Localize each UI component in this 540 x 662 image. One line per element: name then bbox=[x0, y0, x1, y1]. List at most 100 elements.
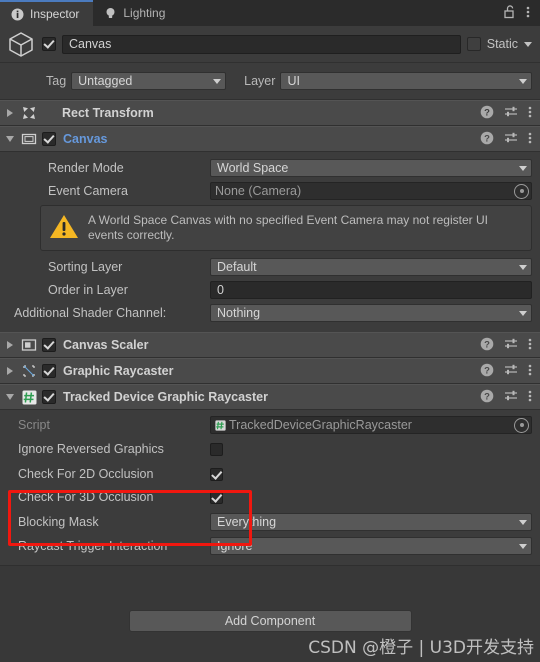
component-actions: ? bbox=[480, 131, 532, 148]
row-check-2d-occlusion: Check For 2D Occlusion bbox=[0, 464, 540, 484]
gameobject-active-checkbox[interactable] bbox=[42, 37, 56, 51]
svg-text:?: ? bbox=[484, 365, 490, 376]
additional-shader-channels-label: Additional Shader Channel: bbox=[14, 306, 167, 320]
component-title-tracked-device-graphic-raycaster: Tracked Device Graphic Raycaster bbox=[63, 390, 268, 404]
static-dropdown-chevron-icon[interactable] bbox=[524, 41, 532, 47]
blocking-mask-label: Blocking Mask bbox=[18, 515, 99, 529]
canvas-scaler-icon bbox=[21, 337, 37, 353]
raycast-trigger-interaction-value: Ignore bbox=[217, 539, 253, 553]
graphic-raycaster-enabled-checkbox[interactable] bbox=[42, 364, 56, 378]
row-order-in-layer: Order in Layer 0 bbox=[0, 280, 540, 300]
ignore-reversed-graphics-label: Ignore Reversed Graphics bbox=[18, 442, 164, 456]
component-title-rect-transform: Rect Transform bbox=[62, 106, 154, 120]
kebab-menu-icon[interactable] bbox=[528, 337, 532, 354]
additional-shader-channels-dropdown[interactable]: Nothing bbox=[210, 304, 532, 322]
component-actions: ? bbox=[480, 363, 532, 380]
padlock-open-icon[interactable] bbox=[503, 4, 516, 22]
canvas-enabled-checkbox[interactable] bbox=[42, 132, 56, 146]
preset-sliders-icon[interactable] bbox=[504, 131, 518, 148]
kebab-menu-icon[interactable] bbox=[528, 131, 532, 148]
row-raycast-trigger-interaction: Raycast Trigger Interaction Ignore bbox=[0, 536, 540, 556]
event-camera-object-field[interactable]: None (Camera) bbox=[210, 182, 532, 200]
component-header-graphic-raycaster[interactable]: Graphic Raycaster ? bbox=[0, 358, 540, 384]
raycast-trigger-interaction-dropdown[interactable]: Ignore bbox=[210, 537, 532, 555]
layer-dropdown[interactable]: UI bbox=[280, 72, 532, 90]
foldout-canvas-scaler[interactable] bbox=[4, 339, 16, 351]
add-component-button[interactable]: Add Component bbox=[128, 610, 412, 632]
help-question-icon[interactable]: ? bbox=[480, 389, 494, 406]
editor-tab-bar: Inspector Lighting bbox=[0, 0, 540, 26]
canvas-warning-text: A World Space Canvas with no specified E… bbox=[88, 213, 488, 242]
sorting-layer-dropdown[interactable]: Default bbox=[210, 258, 532, 276]
canvas-scaler-enabled-checkbox[interactable] bbox=[42, 338, 56, 352]
blocking-mask-dropdown[interactable]: Everything bbox=[210, 513, 532, 531]
check-2d-occlusion-checkbox[interactable] bbox=[210, 467, 223, 481]
tag-dropdown[interactable]: Untagged bbox=[71, 72, 227, 90]
warning-triangle-icon bbox=[49, 213, 79, 243]
tab-lighting[interactable]: Lighting bbox=[93, 0, 180, 26]
tag-layer-row: Tag Untagged Layer UI bbox=[0, 63, 540, 100]
preset-sliders-icon[interactable] bbox=[504, 337, 518, 354]
help-question-icon[interactable]: ? bbox=[480, 363, 494, 380]
static-checkbox[interactable] bbox=[466, 37, 481, 51]
rect-transform-icon bbox=[21, 105, 37, 121]
help-question-icon[interactable]: ? bbox=[480, 105, 494, 122]
kebab-menu-icon[interactable] bbox=[528, 363, 532, 380]
order-in-layer-value: 0 bbox=[217, 283, 224, 297]
foldout-graphic-raycaster[interactable] bbox=[4, 365, 16, 377]
chevron-down-icon bbox=[519, 264, 527, 270]
component-title-canvas-scaler: Canvas Scaler bbox=[63, 338, 149, 352]
canvas-icon bbox=[21, 131, 37, 147]
render-mode-dropdown[interactable]: World Space bbox=[210, 159, 532, 177]
component-header-canvas-scaler[interactable]: Canvas Scaler ? bbox=[0, 332, 540, 358]
sorting-layer-value: Default bbox=[217, 260, 257, 274]
row-script: Script TrackedDeviceGraphicRaycaster bbox=[0, 415, 540, 435]
help-question-icon[interactable]: ? bbox=[480, 131, 494, 148]
unity-inspector-window: Inspector Lighting Canvas Static Tag Unt… bbox=[0, 0, 540, 662]
ignore-reversed-graphics-checkbox[interactable] bbox=[210, 442, 223, 456]
layer-value: UI bbox=[287, 74, 300, 88]
gameobject-name-input[interactable]: Canvas bbox=[62, 34, 461, 54]
component-title-graphic-raycaster: Graphic Raycaster bbox=[63, 364, 174, 378]
chevron-down-icon bbox=[519, 519, 527, 525]
add-component-area: Add Component bbox=[0, 610, 540, 632]
component-header-canvas[interactable]: Canvas ? bbox=[0, 126, 540, 152]
component-actions: ? bbox=[480, 389, 532, 406]
lightbulb-icon bbox=[103, 6, 117, 20]
component-actions: ? bbox=[480, 337, 532, 354]
kebab-menu-icon[interactable] bbox=[526, 5, 530, 22]
script-hash-icon bbox=[21, 389, 37, 405]
tab-inspector[interactable]: Inspector bbox=[0, 0, 94, 26]
script-value: TrackedDeviceGraphicRaycaster bbox=[229, 418, 412, 432]
row-event-camera: Event Camera None (Camera) bbox=[0, 181, 540, 201]
script-object-field: TrackedDeviceGraphicRaycaster bbox=[210, 416, 532, 434]
tab-inspector-label: Inspector bbox=[30, 7, 80, 21]
foldout-rect-transform[interactable] bbox=[4, 107, 16, 119]
preset-sliders-icon[interactable] bbox=[504, 389, 518, 406]
component-header-tracked-device-graphic-raycaster[interactable]: Tracked Device Graphic Raycaster ? bbox=[0, 384, 540, 410]
foldout-canvas[interactable] bbox=[4, 133, 16, 145]
check-3d-occlusion-checkbox[interactable] bbox=[210, 490, 223, 504]
canvas-warning-helpbox: A World Space Canvas with no specified E… bbox=[40, 205, 532, 251]
preset-sliders-icon[interactable] bbox=[504, 105, 518, 122]
script-label: Script bbox=[18, 418, 50, 432]
kebab-menu-icon[interactable] bbox=[528, 389, 532, 406]
render-mode-value: World Space bbox=[217, 161, 289, 175]
row-ignore-reversed-graphics: Ignore Reversed Graphics bbox=[0, 439, 540, 459]
order-in-layer-input[interactable]: 0 bbox=[210, 281, 532, 299]
additional-shader-channels-value: Nothing bbox=[217, 306, 261, 320]
object-picker-icon[interactable] bbox=[514, 183, 529, 199]
component-header-rect-transform[interactable]: Rect Transform ? bbox=[0, 100, 540, 126]
tracked-device-graphic-raycaster-enabled-checkbox[interactable] bbox=[42, 390, 56, 404]
foldout-tracked-device-graphic-raycaster[interactable] bbox=[4, 391, 16, 403]
kebab-menu-icon[interactable] bbox=[528, 105, 532, 122]
help-question-icon[interactable]: ? bbox=[480, 337, 494, 354]
event-camera-value: None (Camera) bbox=[215, 184, 302, 198]
preset-sliders-icon[interactable] bbox=[504, 363, 518, 380]
raycast-trigger-interaction-label: Raycast Trigger Interaction bbox=[18, 539, 168, 553]
order-in-layer-label: Order in Layer bbox=[48, 283, 128, 297]
static-label: Static bbox=[486, 37, 518, 51]
tag-value: Untagged bbox=[78, 74, 133, 88]
chevron-down-icon bbox=[519, 543, 527, 549]
object-picker-icon[interactable] bbox=[514, 417, 529, 433]
